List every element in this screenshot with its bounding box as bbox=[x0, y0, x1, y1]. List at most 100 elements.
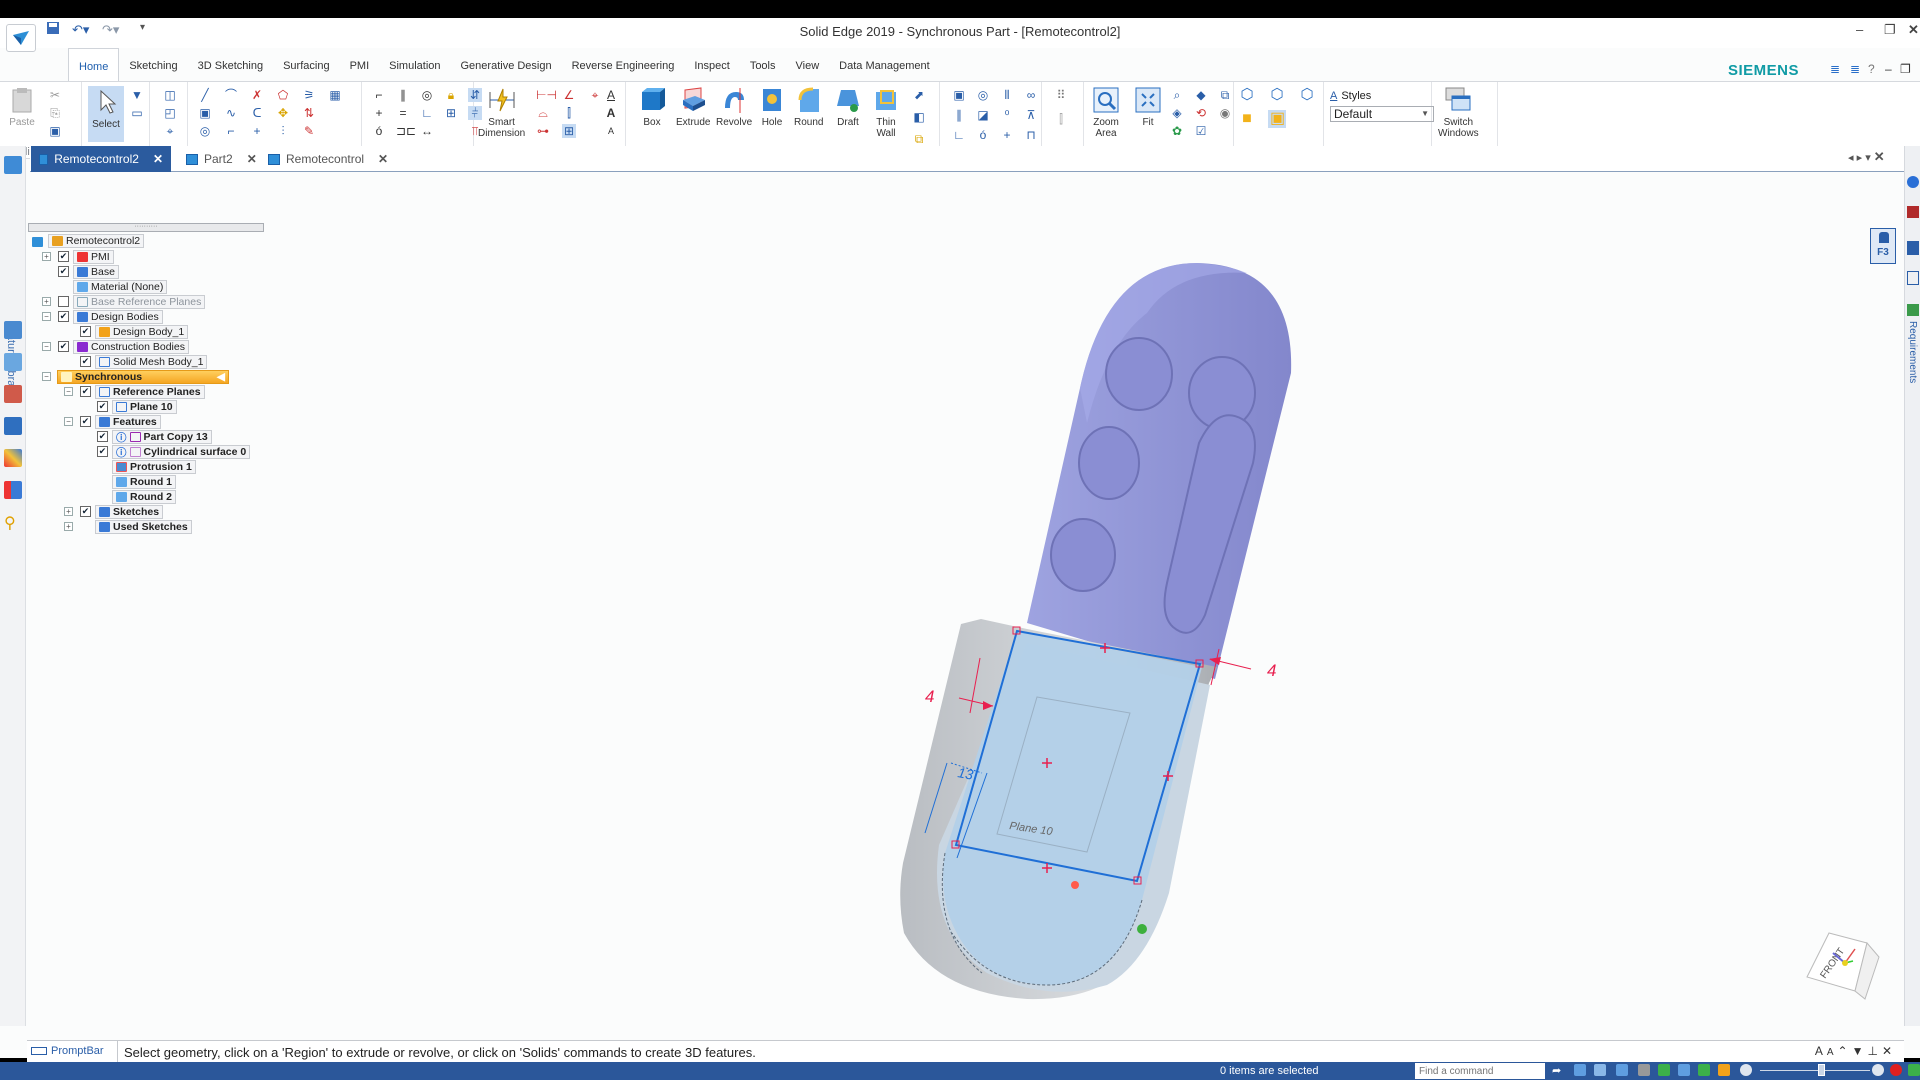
tab-pmi[interactable]: PMI bbox=[340, 48, 380, 82]
perpendicular-face-icon[interactable]: ∟ bbox=[952, 128, 966, 142]
collinear-icon[interactable]: ↔ bbox=[420, 124, 434, 138]
concentric-icon[interactable]: ◎ bbox=[420, 88, 434, 102]
round-button[interactable]: Round bbox=[794, 86, 823, 128]
draft-button[interactable]: Draft bbox=[834, 86, 862, 128]
minimize-button[interactable]: – bbox=[1856, 22, 1863, 37]
angle-between-icon[interactable]: ∠ bbox=[562, 88, 576, 102]
tangent-arc-icon[interactable]: ó bbox=[976, 128, 990, 142]
parallel-icon[interactable]: ∥ bbox=[396, 88, 410, 102]
wireframe-icon[interactable]: ⬡ bbox=[1240, 87, 1254, 102]
smart-dimension-button[interactable]: Smart Dimension bbox=[478, 86, 525, 139]
thicken-icon[interactable]: ◧ bbox=[912, 110, 926, 124]
collapse-icon[interactable]: − bbox=[64, 417, 73, 426]
zoom-out-icon[interactable] bbox=[1740, 1064, 1752, 1076]
tab-tools[interactable]: Tools bbox=[740, 48, 786, 82]
coordinate-system-icon[interactable]: ⌖ bbox=[163, 124, 177, 138]
include-icon[interactable]: ▦ bbox=[328, 88, 342, 102]
expand-icon[interactable]: + bbox=[42, 297, 51, 306]
expand-icon[interactable]: ⌃ bbox=[1838, 1044, 1852, 1058]
visibility-checkbox[interactable]: ✔ bbox=[58, 341, 69, 352]
select-tools-icon[interactable]: ▭ bbox=[130, 106, 144, 120]
sensors-icon[interactable] bbox=[4, 385, 22, 403]
tree-pane-splitter[interactable]: ·········· bbox=[28, 223, 264, 232]
requirements-icon[interactable] bbox=[1907, 304, 1919, 316]
view-status-icon[interactable] bbox=[1698, 1064, 1710, 1076]
ground-icon[interactable]: + bbox=[1000, 128, 1014, 142]
dropdown-icon[interactable]: ▼ bbox=[1852, 1044, 1868, 1058]
lock-sketch-plane-button[interactable]: F3 bbox=[1870, 228, 1896, 264]
steering-wheel-handle[interactable] bbox=[1137, 924, 1147, 934]
youtube-icon[interactable] bbox=[1907, 206, 1919, 218]
visibility-checkbox[interactable]: ✔ bbox=[80, 356, 91, 367]
restore-button[interactable]: ❐ bbox=[1884, 22, 1896, 38]
help-icon[interactable]: ? bbox=[1868, 62, 1875, 76]
sketch-view-icon[interactable]: ☑ bbox=[1194, 124, 1208, 138]
increase-font-icon[interactable]: A bbox=[1815, 1044, 1827, 1058]
remote-body-top[interactable] bbox=[1027, 263, 1292, 679]
go-arrow-icon[interactable]: ➦ bbox=[1552, 1064, 1564, 1077]
tab-list-icon[interactable]: ▾ bbox=[1865, 152, 1871, 164]
tab-right-icon[interactable]: ▸ bbox=[1857, 152, 1863, 164]
sync-status-icon[interactable] bbox=[1908, 1064, 1920, 1076]
collapse-icon[interactable]: − bbox=[42, 312, 51, 321]
box-button[interactable]: Box bbox=[638, 86, 666, 128]
visibility-checkbox[interactable] bbox=[58, 296, 69, 307]
tab-reverse-engineering[interactable]: Reverse Engineering bbox=[562, 48, 685, 82]
remote-body-bottom[interactable] bbox=[900, 619, 1217, 1000]
zoom-icon[interactable]: ⌕ bbox=[1170, 88, 1184, 102]
coplanar-icon[interactable]: ▣ bbox=[952, 88, 966, 102]
animation-icon[interactable] bbox=[4, 417, 22, 435]
pattern-icon[interactable]: ⠿ bbox=[1054, 88, 1068, 102]
horizontal-vertical-icon[interactable]: ∟ bbox=[420, 106, 434, 120]
fit-status-icon[interactable] bbox=[1616, 1064, 1628, 1076]
pathfinder-icon[interactable] bbox=[4, 321, 22, 339]
family-of-parts-icon[interactable] bbox=[4, 481, 22, 499]
thin-wall-button[interactable]: Thin Wall bbox=[872, 86, 900, 139]
zoom-slider[interactable] bbox=[1760, 1070, 1870, 1071]
previous-view-icon[interactable]: ✿ bbox=[1170, 124, 1184, 138]
doc-tab-remotecontrol[interactable]: Remotecontrol ✕ bbox=[260, 146, 396, 172]
tab-home[interactable]: Home bbox=[68, 48, 120, 82]
move-icon[interactable]: ✥ bbox=[276, 106, 290, 120]
expand-icon[interactable]: + bbox=[64, 507, 73, 516]
circle-icon[interactable]: ◎ bbox=[198, 124, 212, 138]
offset-icon[interactable]: ᑕ bbox=[250, 106, 264, 120]
close-tab-icon[interactable]: ✕ bbox=[153, 152, 163, 166]
tutorials-icon[interactable]: ≣ bbox=[1850, 62, 1860, 76]
curve-icon[interactable]: ∿ bbox=[224, 106, 238, 120]
doc-tab-remotecontrol2[interactable]: Remotecontrol2 ✕ bbox=[31, 146, 171, 172]
tab-3d-sketching[interactable]: 3D Sketching bbox=[188, 48, 273, 82]
view-cube[interactable]: FRONT bbox=[1806, 932, 1880, 1000]
aligned-holes-icon[interactable]: ∞ bbox=[1024, 88, 1038, 102]
fillet-icon[interactable]: ⌐ bbox=[224, 124, 238, 138]
visibility-checkbox[interactable]: ✔ bbox=[58, 266, 69, 277]
3d-viewport[interactable]: Plane 10 4 4 13 FRONT bbox=[27, 173, 1907, 1021]
pan-icon[interactable]: ◆ bbox=[1194, 88, 1208, 102]
concentric-face-icon[interactable]: ⁰ bbox=[1000, 108, 1014, 122]
switch-windows-button[interactable]: Switch Windows bbox=[1438, 86, 1479, 139]
collapse-icon[interactable]: − bbox=[42, 342, 51, 351]
visibility-checkbox[interactable]: ✔ bbox=[80, 416, 91, 427]
help-icon[interactable] bbox=[1907, 176, 1919, 188]
pin-icon[interactable]: ⊥ bbox=[1867, 1044, 1881, 1058]
rotate-icon[interactable]: ◈ bbox=[1170, 106, 1184, 120]
dimension-style-icon[interactable]: ⊶ bbox=[536, 124, 550, 138]
tab-sketching[interactable]: Sketching bbox=[119, 48, 187, 82]
zoom-area-status-icon[interactable] bbox=[1574, 1064, 1586, 1076]
hole-button[interactable]: Hole bbox=[758, 86, 786, 128]
solid-edge-portal-icon[interactable] bbox=[1907, 271, 1919, 285]
tab-generative-design[interactable]: Generative Design bbox=[451, 48, 562, 82]
key-icon[interactable]: ⚲ bbox=[4, 513, 22, 532]
results-icon[interactable] bbox=[4, 449, 22, 467]
zoom-area-button[interactable]: Zoom Area bbox=[1092, 86, 1120, 139]
pan-status-icon[interactable] bbox=[1638, 1064, 1650, 1076]
display-style-icon[interactable] bbox=[1718, 1064, 1730, 1076]
cut-icon[interactable]: ✂ bbox=[48, 88, 62, 102]
dimension-axis-icon[interactable]: ⊞ bbox=[562, 124, 576, 138]
extrude-button[interactable]: Extrude bbox=[676, 86, 710, 128]
coaxial-icon[interactable]: ◎ bbox=[976, 88, 990, 102]
sketch-pen-icon[interactable]: ✎ bbox=[302, 124, 316, 138]
layers-icon[interactable] bbox=[4, 353, 22, 371]
paste-button[interactable]: Paste bbox=[8, 86, 36, 128]
visible-edges-icon[interactable]: ⬡ bbox=[1270, 87, 1284, 102]
